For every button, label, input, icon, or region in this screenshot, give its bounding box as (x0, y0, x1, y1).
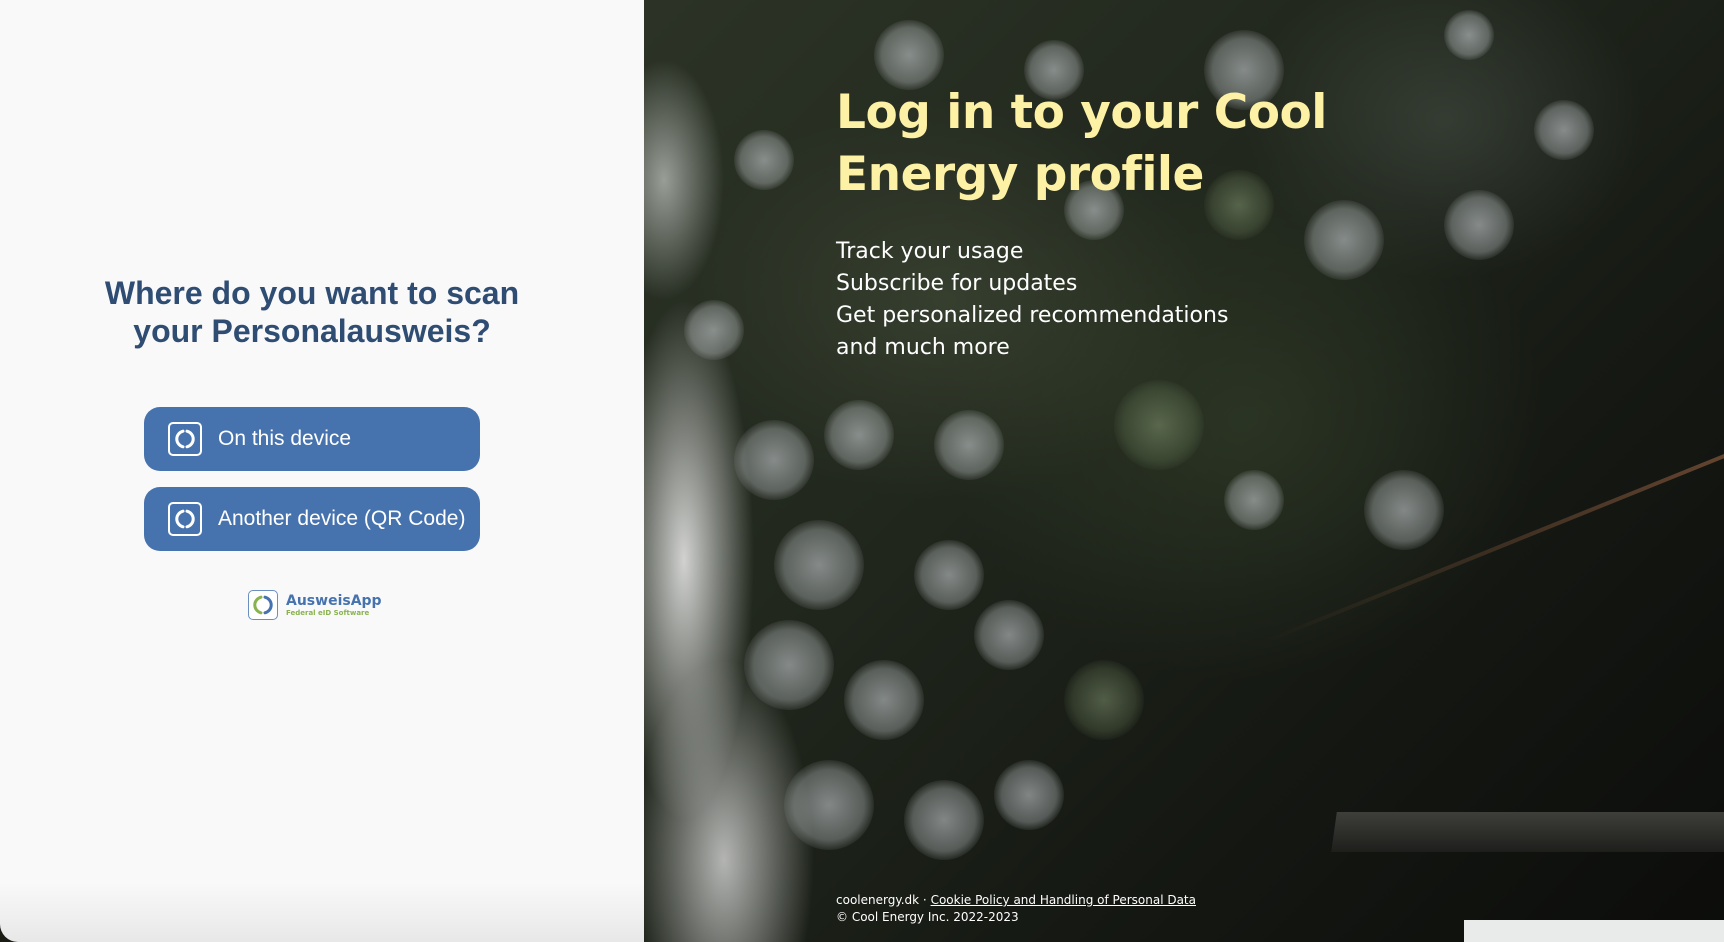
bokeh-light (914, 540, 984, 610)
bokeh-light (744, 620, 834, 710)
bokeh-light (824, 400, 894, 470)
wall-shape (1464, 920, 1724, 942)
bokeh-light (774, 520, 864, 610)
ausweisapp-logo-name: AusweisApp (286, 592, 382, 609)
cookie-policy-link[interactable]: Cookie Policy and Handling of Personal D… (931, 893, 1196, 907)
bokeh-light (1064, 660, 1144, 740)
ausweisapp-icon (168, 502, 202, 536)
ausweisapp-logo-subtitle: Federal eID Software (286, 608, 370, 617)
eid-selection-panel: Where do you want to scan your Personala… (0, 0, 644, 942)
bokeh-light (904, 780, 984, 860)
feature-item: and much more (836, 335, 1010, 360)
bokeh-light (974, 600, 1044, 670)
footer-separator: · (919, 893, 931, 907)
bokeh-light (684, 300, 744, 360)
scan-title-line-1: Where do you want to scan (104, 275, 520, 311)
bokeh-light (784, 760, 874, 850)
promo-panel: Log in to your Cool Energy profile Track… (644, 0, 1724, 942)
bokeh-light (874, 20, 944, 90)
roof-shape (1331, 812, 1724, 852)
on-this-device-label: On this device (218, 427, 352, 450)
bokeh-light (734, 420, 814, 500)
bokeh-light (1364, 470, 1444, 550)
scan-title-line-2: your Personalausweis? (133, 313, 491, 349)
ausweisapp-logo: AusweisApp Federal eID Software (248, 590, 382, 620)
bokeh-light (934, 410, 1004, 480)
bokeh-light (1224, 470, 1284, 530)
footer-domain: coolenergy.dk (836, 893, 920, 907)
login-page: Where do you want to scan your Personala… (0, 0, 1724, 942)
branch-shape (1263, 430, 1724, 644)
footer-line-1: coolenergy.dk · Cookie Policy and Handli… (836, 892, 1196, 909)
scan-location-title: Where do you want to scan your Personala… (0, 274, 624, 350)
bokeh-light (1304, 200, 1384, 280)
bokeh-light (734, 130, 794, 190)
bokeh-light (844, 660, 924, 740)
bokeh-light (994, 760, 1064, 830)
hero-title: Log in to your Cool Energy profile (836, 85, 1327, 202)
feature-item: Get personalized recommendations (836, 303, 1229, 328)
bokeh-light (1114, 380, 1204, 470)
another-device-qr-button[interactable]: Another device (QR Code) (144, 487, 480, 551)
footer-copyright: © Cool Energy Inc. 2022-2023 (836, 910, 1019, 924)
bokeh-light (1444, 10, 1494, 60)
ausweisapp-icon (168, 422, 202, 456)
feature-item: Track your usage (836, 239, 1024, 264)
page-footer: coolenergy.dk · Cookie Policy and Handli… (836, 892, 1196, 926)
ausweisapp-logo-text: AusweisApp Federal eID Software (286, 593, 382, 618)
on-this-device-button[interactable]: On this device (144, 407, 480, 471)
bokeh-light (1534, 100, 1594, 160)
ausweisapp-logo-icon (248, 590, 278, 620)
another-device-qr-label: Another device (QR Code) (218, 507, 466, 530)
feature-item: Subscribe for updates (836, 271, 1078, 296)
feature-list: Track your usage Subscribe for updates G… (836, 236, 1228, 364)
